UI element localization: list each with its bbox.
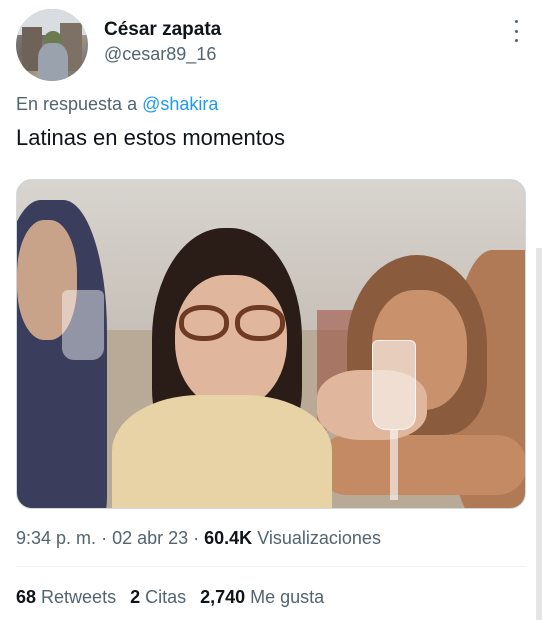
- scrollbar[interactable]: [536, 248, 542, 620]
- meta-separator: ·: [193, 528, 205, 548]
- likes-stat[interactable]: 2,740 Me gusta: [200, 587, 324, 608]
- retweets-stat[interactable]: 68 Retweets: [16, 587, 116, 608]
- meta-separator: ·: [101, 528, 113, 548]
- quotes-stat[interactable]: 2 Citas: [130, 587, 186, 608]
- tweet-media-image[interactable]: [16, 179, 526, 509]
- mention-link[interactable]: @shakira: [142, 94, 218, 114]
- tweet: César zapata @cesar89_16 En respuesta a …: [0, 0, 542, 620]
- quotes-label: Citas: [145, 587, 187, 607]
- author-info: César zapata @cesar89_16: [104, 18, 221, 66]
- handle[interactable]: @cesar89_16: [104, 42, 221, 66]
- tweet-date[interactable]: 02 abr 23: [112, 528, 188, 548]
- tweet-time[interactable]: 9:34 p. m.: [16, 528, 96, 548]
- tweet-meta: 9:34 p. m. · 02 abr 23 · 60.4K Visualiza…: [16, 528, 381, 549]
- reply-prefix: En respuesta a: [16, 94, 138, 114]
- display-name[interactable]: César zapata: [104, 18, 221, 42]
- retweets-count: 68: [16, 587, 37, 607]
- likes-count: 2,740: [200, 587, 246, 607]
- likes-label: Me gusta: [250, 587, 325, 607]
- tweet-stats: 68 Retweets 2 Citas 2,740 Me gusta: [16, 587, 324, 608]
- tweet-text: Latinas en estos momentos: [16, 125, 286, 150]
- more-options-icon[interactable]: [512, 20, 520, 42]
- views-count: 60.4K: [204, 528, 253, 548]
- views-label: Visualizaciones: [257, 528, 381, 548]
- divider: [16, 566, 526, 567]
- reply-context: En respuesta a @shakira: [16, 94, 218, 115]
- quotes-count: 2: [130, 587, 141, 607]
- retweets-label: Retweets: [41, 587, 117, 607]
- avatar[interactable]: [16, 9, 88, 81]
